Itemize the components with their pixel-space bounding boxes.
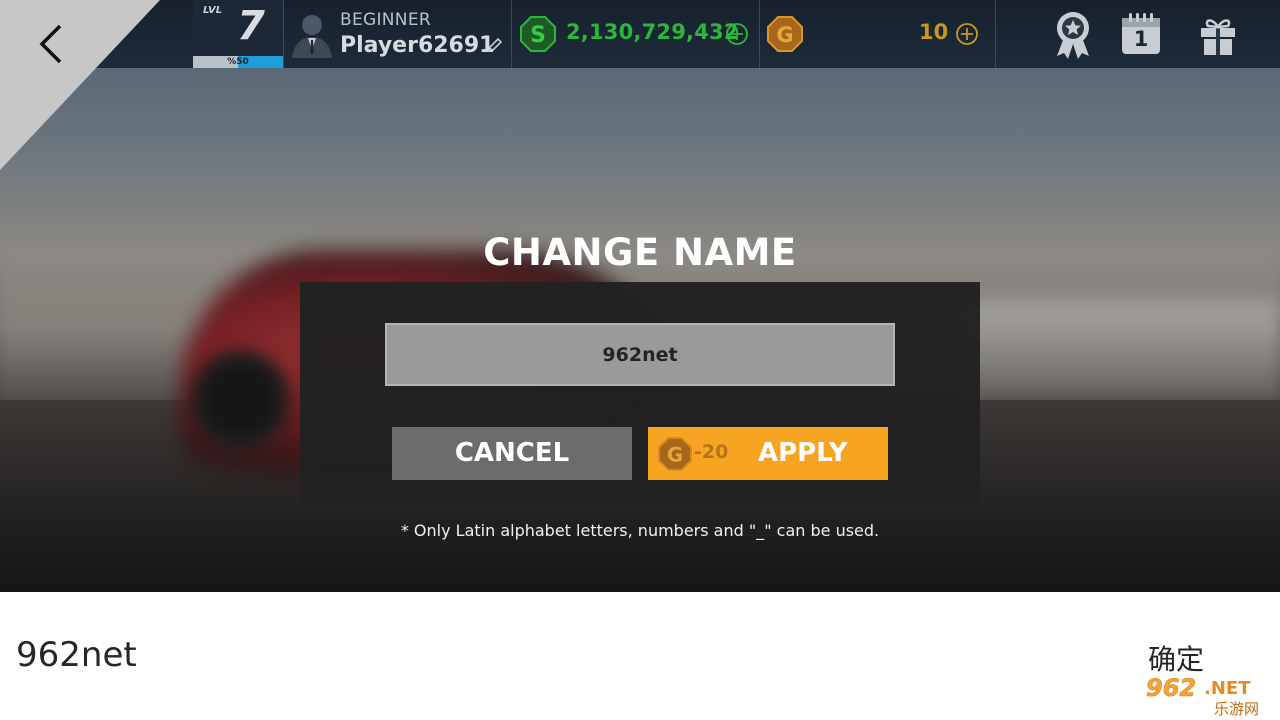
level-badge: LVL 7 %50 bbox=[193, 0, 283, 68]
cash-balance: 2,130,729,432 bbox=[566, 20, 739, 44]
background-wheel bbox=[185, 345, 295, 455]
player-name: Player62691 bbox=[340, 33, 495, 58]
dialog-title: CHANGE NAME bbox=[483, 231, 797, 274]
ime-text-field[interactable]: 962net bbox=[16, 635, 137, 675]
cash-coin-icon: S bbox=[520, 16, 556, 52]
back-button[interactable] bbox=[0, 0, 160, 170]
svg-text:G: G bbox=[776, 23, 793, 47]
gold-coin-icon: G bbox=[767, 16, 803, 52]
level-label: LVL bbox=[203, 5, 223, 16]
ime-input-bar bbox=[0, 592, 1280, 720]
level-progress-text: %50 bbox=[227, 57, 249, 67]
avatar-icon[interactable] bbox=[290, 10, 334, 58]
achievement-medal-icon[interactable] bbox=[1054, 10, 1092, 60]
hud-divider bbox=[759, 0, 760, 68]
site-watermark-logo: 962 .NET 乐游网 bbox=[1142, 672, 1276, 718]
add-gold-plus-icon[interactable] bbox=[955, 22, 979, 46]
game-viewport: LVL 7 %50 BEGINNER Player62691 S 2,130,7… bbox=[0, 0, 1280, 592]
cancel-button[interactable]: CANCEL bbox=[392, 427, 632, 480]
top-hud: LVL 7 %50 BEGINNER Player62691 S 2,130,7… bbox=[0, 0, 1280, 68]
svg-text:.NET: .NET bbox=[1204, 678, 1251, 699]
svg-text:G: G bbox=[667, 444, 683, 467]
apply-cost: -20 bbox=[694, 441, 729, 463]
background-rail bbox=[960, 300, 1280, 400]
svg-text:乐游网: 乐游网 bbox=[1214, 700, 1259, 718]
gold-balance: 10 bbox=[919, 20, 949, 44]
name-input[interactable] bbox=[385, 323, 895, 386]
player-rank: BEGINNER bbox=[340, 10, 431, 30]
level-value: 7 bbox=[237, 3, 265, 49]
add-cash-plus-icon[interactable] bbox=[725, 22, 749, 46]
name-rules-note: * Only Latin alphabet letters, numbers a… bbox=[400, 521, 880, 540]
apply-label: APPLY bbox=[758, 438, 848, 468]
gold-coin-icon: G bbox=[658, 437, 692, 471]
calendar-day: 1 bbox=[1133, 27, 1149, 51]
gift-icon[interactable] bbox=[1198, 14, 1238, 56]
back-arrow-icon[interactable] bbox=[28, 22, 72, 66]
apply-button[interactable]: G -20 APPLY bbox=[648, 427, 888, 480]
hud-divider bbox=[283, 0, 284, 68]
hud-divider bbox=[995, 0, 996, 68]
svg-text:S: S bbox=[530, 23, 546, 48]
hud-divider bbox=[511, 0, 512, 68]
edit-pencil-icon[interactable] bbox=[486, 36, 504, 54]
svg-text:962: 962 bbox=[1146, 674, 1196, 702]
